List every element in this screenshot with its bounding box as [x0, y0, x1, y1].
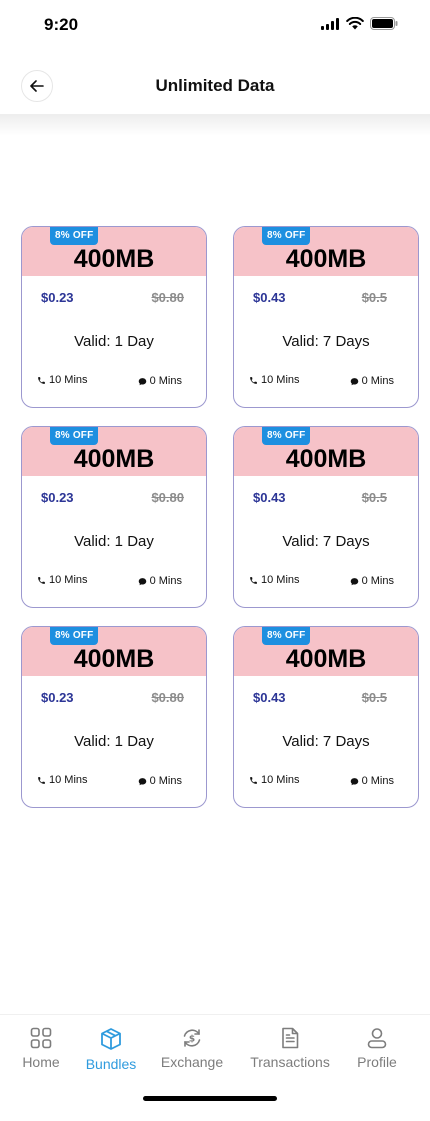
old-price: $0.5: [361, 490, 387, 505]
bundle-card[interactable]: 8% OFF 400MB $0.43 $0.5 Valid: 7 Days 10…: [233, 626, 419, 808]
phone-icon: [250, 776, 257, 784]
svg-text:$: $: [189, 1035, 195, 1045]
status-bar: 9:20: [0, 0, 430, 50]
call-minutes-label: 10 Mins: [49, 574, 88, 586]
discount-badge: 8% OFF: [50, 427, 99, 445]
header-shadow: [0, 114, 430, 136]
sms-count: 0 Mins: [138, 575, 182, 587]
data-amount: 400MB: [73, 245, 155, 273]
phone-icon: [250, 376, 257, 384]
sms-count: 0 Mins: [350, 375, 394, 387]
page-title: Unlimited Data: [155, 76, 275, 95]
nav-item-bundles[interactable]: Bundles: [82, 1027, 140, 1072]
message-icon: [138, 377, 146, 385]
sms-count: 0 Mins: [138, 775, 182, 787]
call-minutes: 10 Mins: [37, 574, 88, 586]
bundle-card[interactable]: 8% OFF 400MB $0.23 $0.80 Valid: 1 Day 10…: [21, 626, 207, 808]
discount-badge: 8% OFF: [262, 227, 311, 245]
bottom-nav: Home Bundles $ Exchange Transactions Pro…: [0, 1014, 430, 1121]
message-icon: [350, 377, 358, 385]
call-minutes-label: 10 Mins: [261, 374, 300, 386]
old-price: $0.5: [361, 690, 387, 705]
discount-badge: 8% OFF: [50, 227, 99, 245]
sms-count-label: 0 Mins: [149, 375, 182, 387]
phone-icon: [38, 776, 45, 784]
box-icon: [101, 1028, 121, 1050]
data-amount: 400MB: [73, 445, 155, 473]
home-indicator[interactable]: [143, 1096, 277, 1101]
call-minutes-label: 10 Mins: [49, 774, 88, 786]
nav-label-profile: Profile: [357, 1054, 397, 1070]
message-icon: [138, 577, 146, 585]
phone-icon: [38, 376, 45, 384]
discount-badge: 8% OFF: [262, 427, 311, 445]
call-minutes-label: 10 Mins: [49, 374, 88, 386]
wifi-icon: [346, 17, 364, 30]
price: $0.43: [253, 290, 286, 305]
call-minutes: 10 Mins: [249, 374, 300, 386]
nav-label-transactions: Transactions: [250, 1054, 330, 1070]
validity: Valid: 7 Days: [282, 533, 370, 550]
call-minutes: 10 Mins: [37, 374, 88, 386]
data-amount: 400MB: [73, 645, 155, 673]
nav-item-exchange[interactable]: $ Exchange: [159, 1027, 225, 1070]
validity: Valid: 7 Days: [282, 733, 370, 750]
old-price: $0.80: [151, 690, 184, 705]
message-icon: [138, 777, 146, 785]
status-time: 9:20: [44, 15, 79, 34]
old-price: $0.5: [361, 290, 387, 305]
price: $0.43: [253, 490, 286, 505]
nav-label-home: Home: [22, 1054, 60, 1070]
sms-count-label: 0 Mins: [149, 775, 182, 787]
bundle-card[interactable]: 8% OFF 400MB $0.43 $0.5 Valid: 7 Days 10…: [233, 226, 419, 408]
message-icon: [350, 777, 358, 785]
sms-count-label: 0 Mins: [361, 575, 394, 587]
bundle-card[interactable]: 8% OFF 400MB $0.23 $0.80 Valid: 1 Day 10…: [21, 226, 207, 408]
validity: Valid: 7 Days: [282, 333, 370, 350]
signal-icon: [321, 17, 339, 30]
old-price: $0.80: [151, 290, 184, 305]
price: $0.43: [253, 690, 286, 705]
bundle-card[interactable]: 8% OFF 400MB $0.23 $0.80 Valid: 1 Day 10…: [21, 426, 207, 608]
grid-icon: [30, 1027, 52, 1049]
status-icons: [321, 17, 398, 30]
sms-count-label: 0 Mins: [361, 375, 394, 387]
header: Unlimited Data: [0, 50, 430, 118]
user-icon: [367, 1028, 387, 1049]
old-price: $0.80: [151, 490, 184, 505]
nav-item-profile[interactable]: Profile: [355, 1027, 399, 1070]
price: $0.23: [41, 290, 74, 305]
validity: Valid: 1 Day: [74, 333, 154, 350]
validity: Valid: 1 Day: [74, 533, 154, 550]
validity: Valid: 1 Day: [74, 733, 154, 750]
nav-label-bundles: Bundles: [85, 1056, 137, 1072]
sms-count-label: 0 Mins: [149, 575, 182, 587]
battery-icon: [370, 17, 398, 30]
data-amount: 400MB: [285, 645, 367, 673]
data-amount: 400MB: [285, 445, 367, 473]
sms-count: 0 Mins: [350, 775, 394, 787]
bundle-card[interactable]: 8% OFF 400MB $0.43 $0.5 Valid: 7 Days 10…: [233, 426, 419, 608]
phone-icon: [250, 576, 257, 584]
price: $0.23: [41, 690, 74, 705]
nav-label-exchange: Exchange: [160, 1054, 224, 1070]
data-amount: 400MB: [285, 245, 367, 273]
discount-badge: 8% OFF: [50, 627, 99, 645]
exchange-icon: $: [183, 1029, 201, 1047]
call-minutes-label: 10 Mins: [261, 774, 300, 786]
call-minutes: 10 Mins: [249, 774, 300, 786]
call-minutes: 10 Mins: [37, 774, 88, 786]
call-minutes: 10 Mins: [249, 574, 300, 586]
nav-item-home[interactable]: Home: [21, 1027, 61, 1070]
sms-count: 0 Mins: [138, 375, 182, 387]
call-minutes-label: 10 Mins: [261, 574, 300, 586]
nav-item-transactions[interactable]: Transactions: [247, 1027, 333, 1070]
discount-badge: 8% OFF: [262, 627, 311, 645]
sms-count-label: 0 Mins: [361, 775, 394, 787]
phone-icon: [38, 576, 45, 584]
message-icon: [350, 577, 358, 585]
sms-count: 0 Mins: [350, 575, 394, 587]
document-icon: [282, 1027, 299, 1049]
price: $0.23: [41, 490, 74, 505]
